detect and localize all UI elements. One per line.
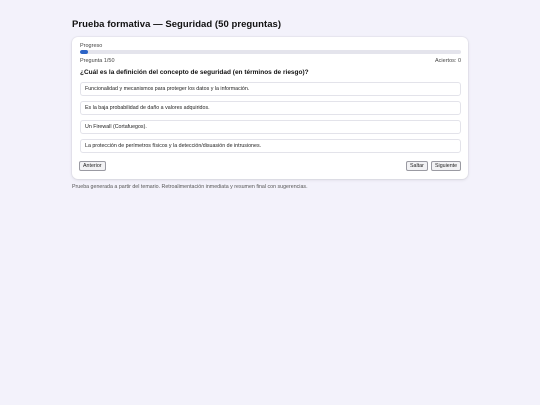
answer-option-label: La protección de perímetros físicos y la…: [85, 143, 262, 149]
answer-option[interactable]: Funcionalidad y mecanismos para proteger…: [80, 82, 461, 96]
progress-bar: [80, 50, 461, 54]
answer-option[interactable]: La protección de perímetros físicos y la…: [80, 139, 461, 153]
skip-button[interactable]: Saltar: [406, 161, 428, 171]
next-button[interactable]: Siguiente: [431, 161, 462, 171]
correct-counter: Aciertos: 0: [435, 58, 461, 64]
footer-note: Prueba generada a partir del temario. Re…: [72, 184, 308, 190]
quiz-card: Progreso Pregunta 1/50 Aciertos: 0 ¿Cuál…: [72, 37, 468, 179]
answer-option-label: Es la baja probabilidad de daño a valore…: [85, 105, 210, 111]
answer-options: Funcionalidad y mecanismos para proteger…: [80, 82, 461, 158]
progress-bar-fill: [80, 50, 88, 54]
answer-option[interactable]: Es la baja probabilidad de daño a valore…: [80, 101, 461, 115]
previous-button[interactable]: Anterior: [79, 161, 106, 171]
answer-option-label: Funcionalidad y mecanismos para proteger…: [85, 86, 250, 92]
question-text: ¿Cuál es la definición del concepto de s…: [80, 69, 309, 76]
question-counter: Pregunta 1/50: [80, 58, 115, 64]
page-title: Prueba formativa — Seguridad (50 pregunt…: [72, 19, 282, 30]
answer-option[interactable]: Un Firewall (Cortafuegos).: [80, 120, 461, 134]
quiz-meta-row: Pregunta 1/50 Aciertos: 0: [80, 58, 461, 64]
progress-label: Progreso: [80, 43, 103, 49]
answer-option-label: Un Firewall (Cortafuegos).: [85, 124, 147, 130]
